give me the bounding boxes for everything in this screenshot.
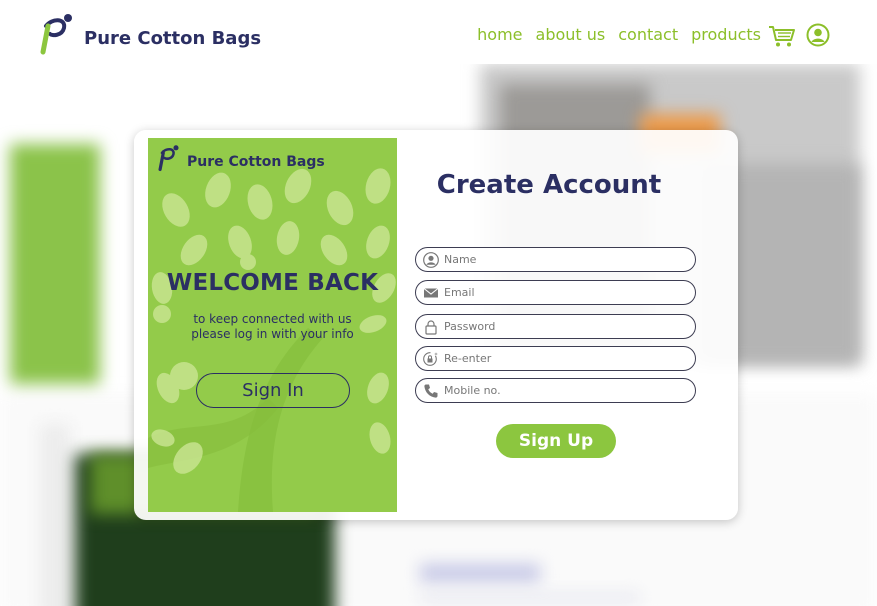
brand-logo-icon	[158, 145, 179, 172]
nav-home[interactable]: home	[477, 25, 522, 44]
welcome-subtitle: to keep connected with us please log in …	[148, 312, 397, 342]
site-header: Pure Cotton Bags home about us contact p…	[0, 0, 877, 64]
main-nav: home about us contact products	[477, 25, 761, 44]
mobile-input[interactable]	[444, 384, 684, 397]
reenter-input[interactable]	[444, 352, 684, 365]
nav-about-us[interactable]: about us	[536, 25, 606, 44]
create-account-title: Create Account	[436, 170, 662, 200]
svg-text:*: *	[435, 352, 438, 359]
brand[interactable]: Pure Cotton Bags	[40, 12, 261, 56]
welcome-title: WELCOME BACK	[166, 270, 379, 296]
bg-pale-strip	[40, 424, 70, 606]
lock-refresh-icon: *	[423, 352, 438, 366]
welcome-subtitle-line: to keep connected with us	[193, 312, 352, 326]
password-field[interactable]	[415, 314, 696, 339]
brand-logo-icon	[40, 14, 72, 55]
reenter-password-field[interactable]: *	[415, 346, 696, 371]
bg-text-blur	[420, 594, 640, 602]
phone-icon	[424, 384, 438, 398]
welcome-panel: Pure Cotton Bags WELCOME BACK to keep co…	[148, 138, 397, 512]
password-input[interactable]	[444, 320, 684, 333]
user-circle-icon	[423, 251, 439, 268]
page: Pure Cotton Bags home about us contact p…	[0, 0, 877, 606]
lock-icon	[425, 319, 437, 335]
brand-name: Pure Cotton Bags	[84, 27, 262, 49]
email-field[interactable]	[415, 280, 696, 305]
mobile-field[interactable]	[415, 378, 696, 403]
sign-up-button[interactable]: Sign Up	[496, 424, 616, 458]
bg-green-block	[10, 144, 100, 384]
sign-in-button[interactable]: Sign In	[196, 373, 350, 408]
signup-card: Pure Cotton Bags WELCOME BACK to keep co…	[134, 130, 738, 520]
panel-brand-name: Pure Cotton Bags	[187, 154, 325, 170]
envelope-icon	[423, 287, 439, 297]
nav-contact[interactable]: contact	[618, 25, 678, 44]
panel-brand: Pure Cotton Bags	[158, 144, 325, 172]
name-field[interactable]	[415, 247, 696, 272]
cart-icon[interactable]	[768, 24, 796, 48]
email-input[interactable]	[444, 286, 684, 299]
nav-products[interactable]: products	[691, 25, 761, 44]
name-input[interactable]	[444, 253, 684, 266]
user-icon[interactable]	[806, 23, 830, 47]
welcome-subtitle-line: please log in with your info	[191, 327, 354, 341]
bg-heading-blur	[420, 564, 540, 582]
